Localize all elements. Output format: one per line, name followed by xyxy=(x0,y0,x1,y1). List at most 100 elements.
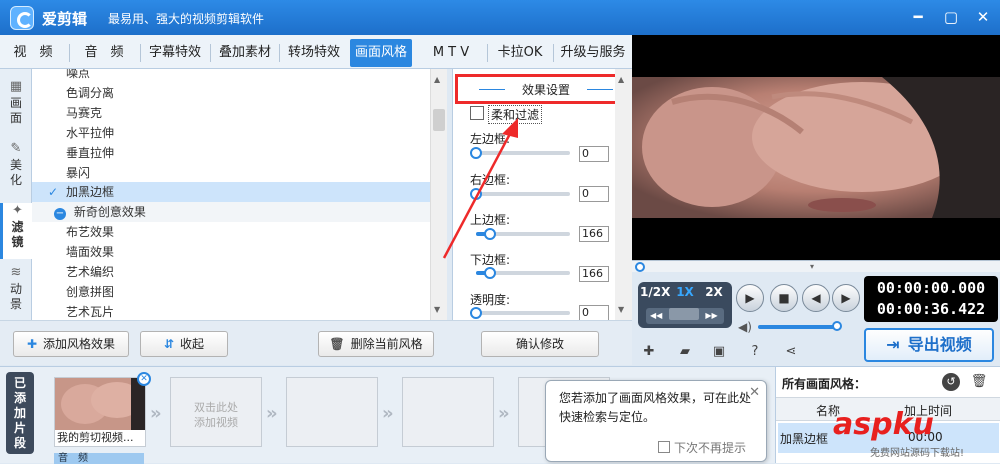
collapse-button[interactable]: ⇵ 收起 xyxy=(140,331,228,357)
opacity-slider[interactable] xyxy=(470,307,570,319)
soft-filter-checkbox[interactable] xyxy=(470,106,484,120)
audio-track: 音 频 xyxy=(54,453,144,464)
volume-icon[interactable]: ◀) xyxy=(738,320,752,334)
added-clips-label: 已添加片段 xyxy=(6,372,34,454)
delete-style-button[interactable]: 🗑 删除当前风格 xyxy=(318,331,434,357)
scroll-down-icon[interactable]: ▼ xyxy=(434,305,440,314)
close-icon[interactable]: ✕ xyxy=(972,7,994,27)
frame-jog-wheel[interactable]: ◀◀ ▶▶ xyxy=(646,308,724,324)
side-tab-beautify[interactable]: ✎ 美化 xyxy=(0,141,32,197)
left-border-slider[interactable] xyxy=(470,147,570,159)
add-sparkle-icon: ✚ xyxy=(26,337,38,351)
app-logo-icon xyxy=(10,6,34,30)
next-frame-icon[interactable]: ▶ xyxy=(832,284,860,312)
prev-frame-icon[interactable]: ◀ xyxy=(802,284,830,312)
tab-karaoke[interactable]: 卡拉OK xyxy=(490,39,550,67)
scroll-up-icon[interactable]: ▲ xyxy=(618,75,624,84)
right-border-input[interactable]: 0 xyxy=(579,186,609,202)
rewind-icon[interactable]: ◀◀ xyxy=(650,311,662,320)
minimize-icon[interactable]: ━ xyxy=(907,7,929,27)
new-file-icon[interactable]: ✚ xyxy=(640,343,658,361)
play-icon[interactable]: ▶ xyxy=(736,284,764,312)
bottom-border-slider[interactable] xyxy=(476,267,570,279)
trash-icon[interactable]: 🗑 xyxy=(970,373,988,391)
main-tab-bar: 视 频 音 频 字幕特效 叠加素材 转场特效 画面风格 M T V 卡拉OK 升… xyxy=(0,35,632,69)
clip-placeholder[interactable] xyxy=(286,377,378,447)
fast-forward-icon[interactable]: ▶▶ xyxy=(705,311,717,320)
clip-thumbnail[interactable]: 我的剪切视频... ✕ xyxy=(54,372,151,447)
tab-audio[interactable]: 音 频 xyxy=(76,39,132,67)
top-border-input[interactable]: 166 xyxy=(579,226,609,242)
list-scrollbar[interactable]: ▲ ▼ xyxy=(430,69,447,320)
right-border-label: 右边框: xyxy=(470,173,511,187)
top-border-slider[interactable] xyxy=(476,228,570,240)
list-item[interactable]: 水平拉伸 xyxy=(32,123,430,143)
list-item[interactable]: 创意拼图 xyxy=(32,282,430,302)
tab-overlay[interactable]: 叠加素材 xyxy=(213,39,277,67)
magic-wand-icon: ✎ xyxy=(10,141,22,156)
jog-slider[interactable] xyxy=(668,308,699,320)
chevron-down-icon[interactable]: ▾ xyxy=(810,262,814,271)
tooltip-close-icon[interactable]: ✕ xyxy=(749,383,760,402)
clip-placeholder[interactable]: 双击此处添加视频 xyxy=(170,377,262,447)
add-style-button[interactable]: ✚ 添加风格效果 xyxy=(13,331,129,357)
seek-knob[interactable] xyxy=(635,262,645,272)
dont-show-again-checkbox[interactable]: 下次不再提示 xyxy=(658,439,746,458)
scroll-down-icon[interactable]: ▼ xyxy=(618,305,624,314)
seek-bar[interactable]: ▾ xyxy=(632,260,1000,272)
tab-mtv[interactable]: M T V xyxy=(420,39,482,67)
tab-upgrade[interactable]: 升级与服务 xyxy=(556,39,630,67)
side-tab-picture[interactable]: ▦ 画面 xyxy=(0,79,32,135)
clip-placeholder[interactable] xyxy=(402,377,494,447)
clip-remove-icon[interactable]: ✕ xyxy=(137,372,151,386)
list-item[interactable]: 墙面效果 xyxy=(32,242,430,262)
side-tab-motion[interactable]: ≋ 动景 xyxy=(0,265,32,317)
tab-subtitle-effects[interactable]: 字幕特效 xyxy=(143,39,207,67)
save-icon[interactable]: ▣ xyxy=(710,343,728,361)
tab-video[interactable]: 视 频 xyxy=(8,39,58,67)
stop-icon[interactable]: ■ xyxy=(770,284,798,312)
list-item-selected[interactable]: ✓ 加黑边框 xyxy=(32,182,430,202)
effect-scrollbar[interactable]: ▲ ▼ xyxy=(615,69,632,320)
side-tab-filter[interactable]: ✦ 滤镜 xyxy=(0,203,32,259)
scroll-up-icon[interactable]: ▲ xyxy=(434,75,440,84)
style-toolbar: ✚ 添加风格效果 ⇵ 收起 🗑 删除当前风格 确认修改 xyxy=(0,320,632,365)
help-icon[interactable]: ? xyxy=(746,343,764,361)
highlight-box xyxy=(455,74,619,104)
list-item[interactable]: 噪点 xyxy=(32,69,430,83)
export-video-button[interactable]: ⇥ 导出视频 xyxy=(864,328,994,362)
tab-transition[interactable]: 转场特效 xyxy=(282,39,346,67)
volume-slider[interactable] xyxy=(758,321,842,331)
list-item[interactable]: 马赛克 xyxy=(32,103,430,123)
list-item[interactable]: 布艺效果 xyxy=(32,222,430,242)
tab-picture-style[interactable]: 画面风格 xyxy=(350,39,412,67)
folder-icon[interactable]: ▰ xyxy=(676,343,694,361)
side-tab-filter-label: 滤镜 xyxy=(11,220,24,249)
list-item[interactable]: 色调分离 xyxy=(32,83,430,103)
film-icon: ▦ xyxy=(9,79,23,94)
top-border-label: 上边框: xyxy=(470,213,511,227)
right-border-slider[interactable] xyxy=(470,188,570,200)
scroll-thumb[interactable] xyxy=(433,109,445,131)
speed-half[interactable]: 1/2X xyxy=(640,285,670,299)
left-border-input[interactable]: 0 xyxy=(579,146,609,162)
list-item[interactable]: 艺术瓦片 xyxy=(32,302,430,320)
wave-icon: ≋ xyxy=(10,265,22,280)
speed-normal[interactable]: 1X xyxy=(671,285,699,299)
opacity-input[interactable]: 0 xyxy=(579,305,609,321)
soft-filter-label: 柔和过滤 xyxy=(488,105,543,124)
clip-title: 我的剪切视频... xyxy=(55,430,145,446)
list-item[interactable]: 艺术编织 xyxy=(32,262,430,282)
opacity-label: 透明度: xyxy=(470,293,511,307)
maximize-icon[interactable]: ▢ xyxy=(940,7,962,27)
list-group-header[interactable]: − 新奇创意效果 xyxy=(32,202,430,222)
total-time: 00:00:36.422 xyxy=(876,300,986,318)
share-icon[interactable]: ⋖ xyxy=(782,343,800,361)
volume-knob[interactable] xyxy=(832,321,842,331)
speed-double[interactable]: 2X xyxy=(700,285,728,299)
bottom-border-input[interactable]: 166 xyxy=(579,266,609,282)
confirm-change-button[interactable]: 确认修改 xyxy=(481,331,599,357)
list-item[interactable]: 暴闪 xyxy=(32,163,430,183)
list-item[interactable]: 垂直拉伸 xyxy=(32,143,430,163)
locate-icon[interactable]: ↺ xyxy=(942,373,960,391)
